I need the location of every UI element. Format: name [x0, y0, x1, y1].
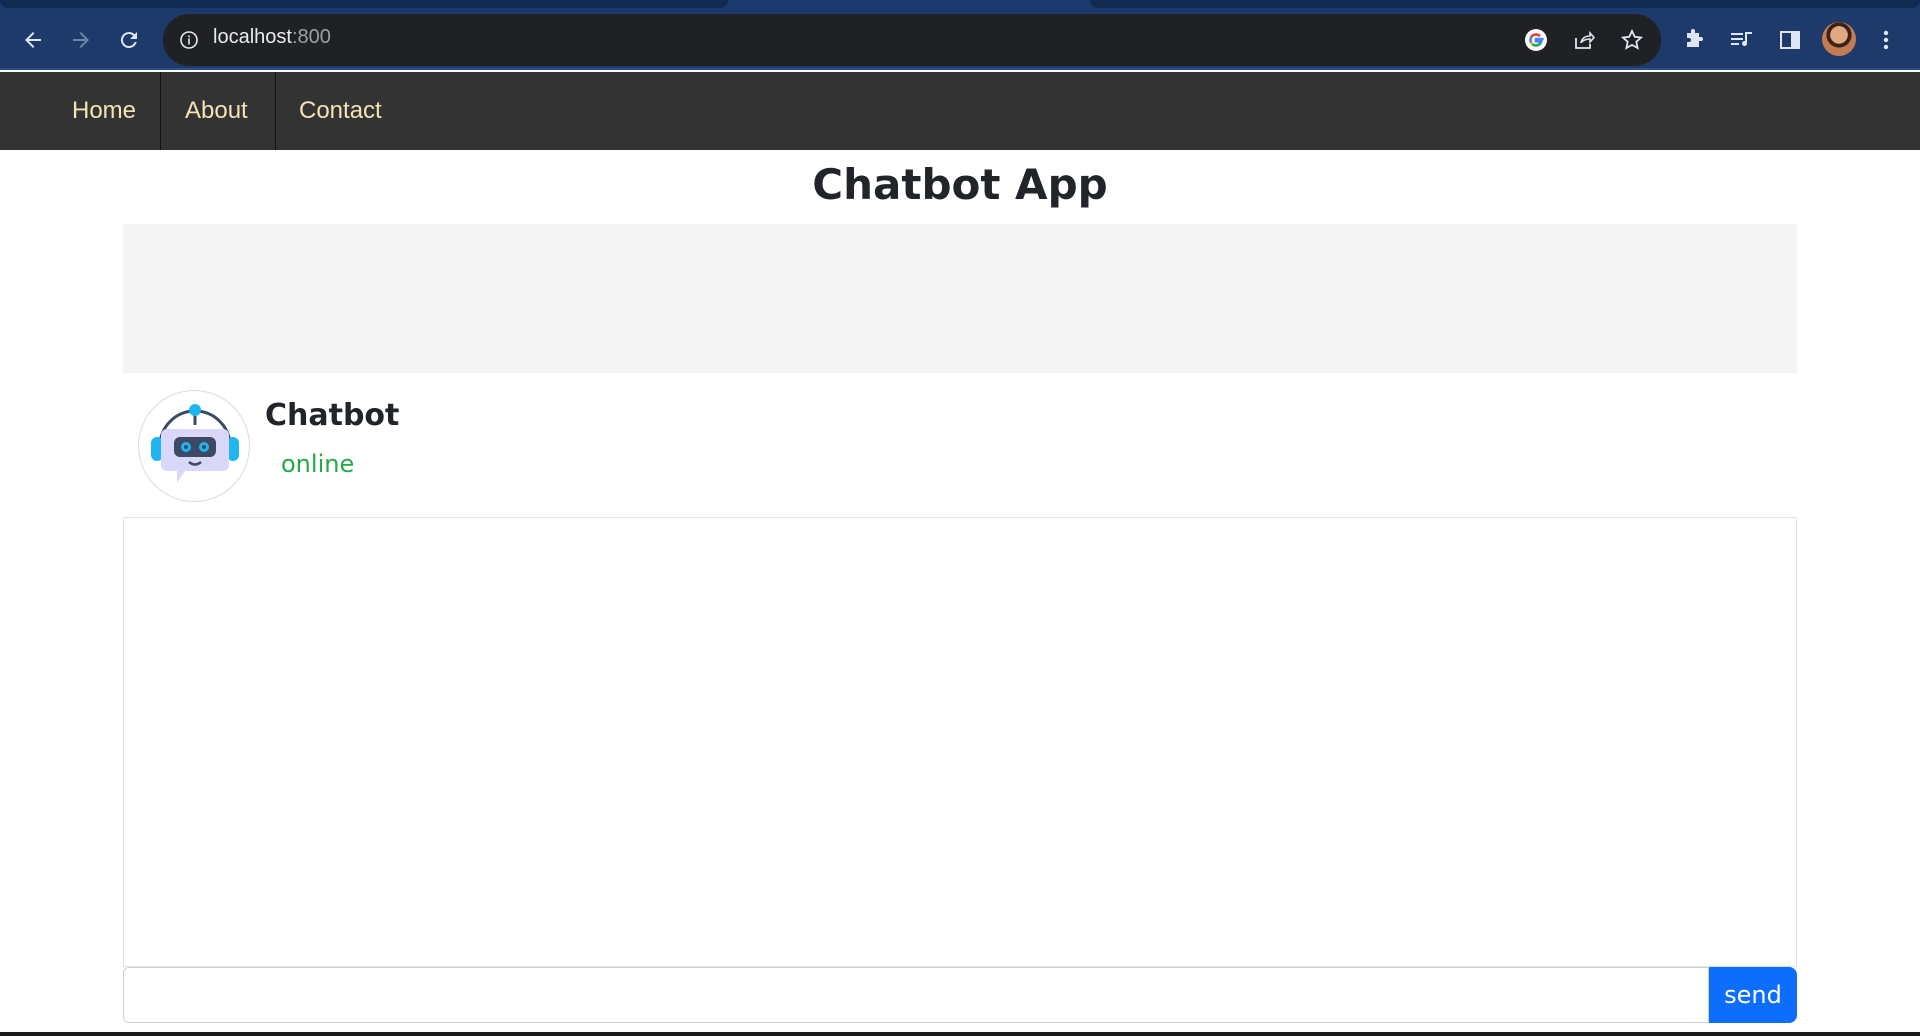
back-button[interactable]	[13, 20, 53, 60]
nav-link-about[interactable]: About	[185, 72, 248, 150]
profile-avatar[interactable]	[1822, 22, 1856, 56]
page-title: Chatbot App	[812, 160, 1108, 209]
address-bar[interactable]: localhost:800	[163, 14, 1661, 66]
site-info-icon[interactable]	[177, 28, 201, 52]
reload-button[interactable]	[109, 20, 149, 60]
share-icon[interactable]	[1570, 26, 1598, 54]
forward-button[interactable]	[61, 20, 101, 60]
forward-arrow-icon	[73, 32, 89, 48]
nav-link-contact[interactable]: Contact	[299, 72, 382, 150]
tab-left[interactable]	[0, 0, 728, 8]
extensions-puzzle-icon[interactable]	[1678, 24, 1710, 56]
message-input[interactable]	[123, 967, 1709, 1023]
tab-right[interactable]	[1090, 0, 1920, 8]
nav-divider	[275, 72, 276, 150]
robot-icon	[151, 404, 239, 483]
site-navbar: Home About Contact	[0, 72, 1920, 150]
bot-status: online	[281, 450, 355, 478]
bookmark-star-icon[interactable]	[1618, 26, 1646, 54]
browser-toolbar: localhost:800	[0, 12, 1920, 70]
bot-avatar	[138, 390, 250, 502]
header-banner	[123, 224, 1797, 373]
send-button[interactable]: send	[1709, 967, 1797, 1023]
reload-icon	[120, 32, 137, 49]
reading-list-icon[interactable]	[1726, 24, 1758, 56]
url-host: localhost	[213, 26, 292, 48]
url-port: :800	[291, 26, 331, 48]
nav-link-home[interactable]: Home	[72, 72, 136, 150]
side-panel-icon[interactable]	[1774, 24, 1806, 56]
url-text: localhost:800	[213, 26, 331, 49]
browser-tabstrip	[0, 0, 1920, 12]
nav-divider	[160, 72, 161, 150]
chat-messages-area[interactable]	[123, 517, 1797, 967]
bot-name: Chatbot	[265, 398, 400, 433]
google-icon[interactable]	[1522, 26, 1550, 54]
back-arrow-icon	[25, 32, 41, 48]
browser-menu-kebab-icon[interactable]	[1870, 24, 1902, 56]
window-bottom-edge	[0, 1032, 1920, 1036]
